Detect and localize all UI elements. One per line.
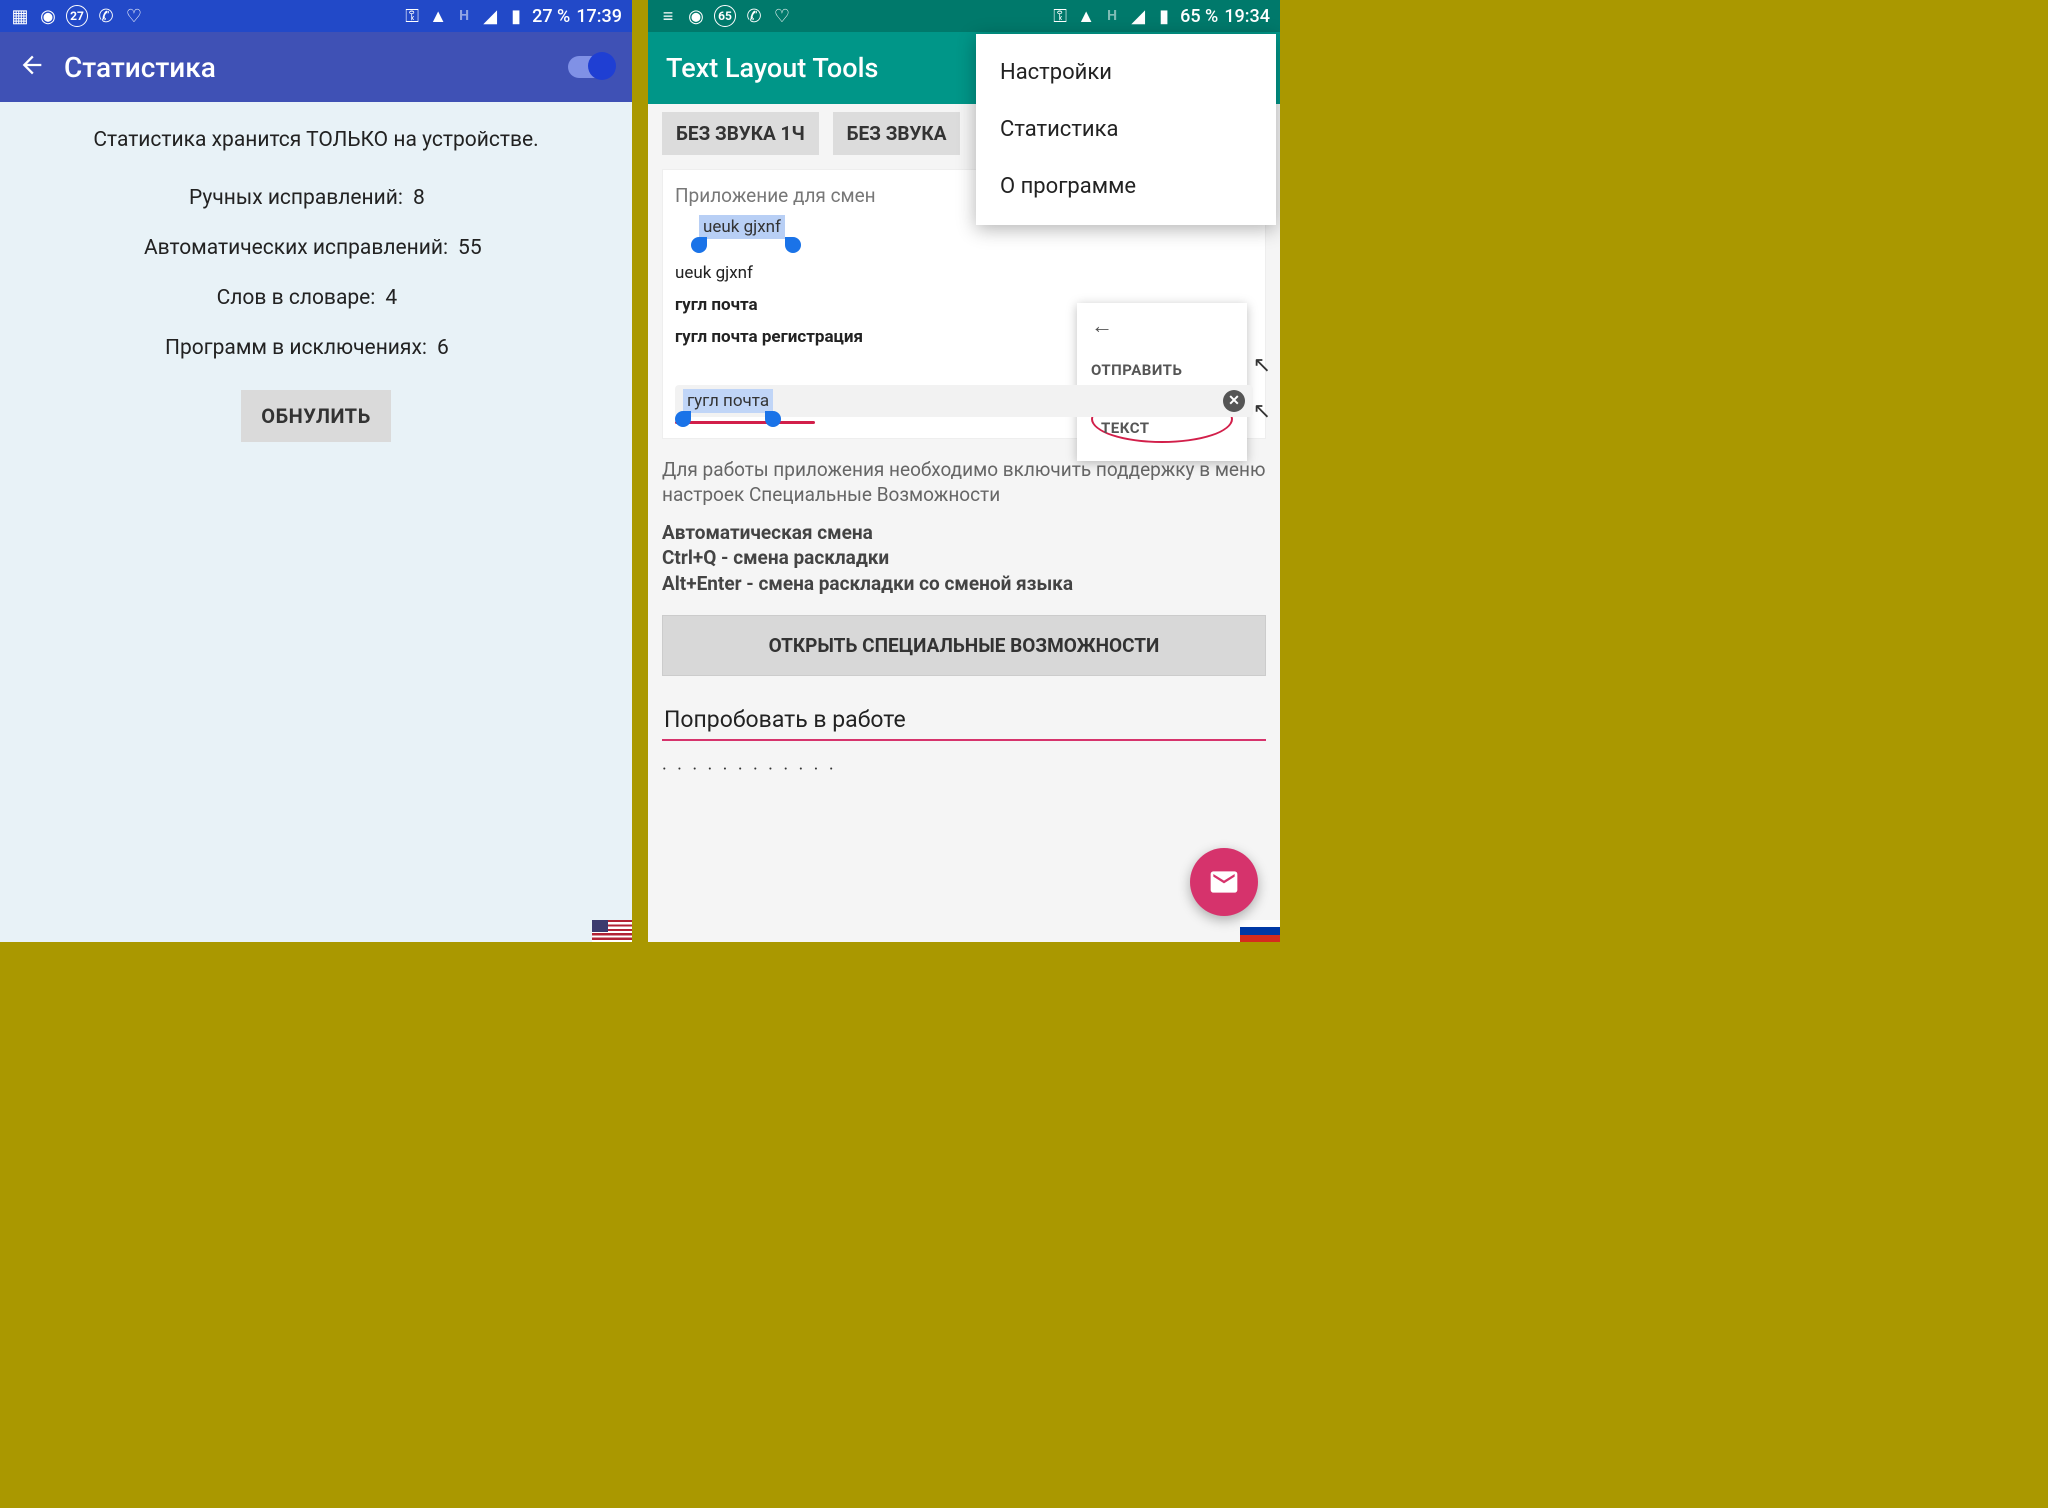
- demo-selected-text: ueuk gjxnf: [699, 215, 785, 239]
- auto-corrections-value: 55: [458, 236, 488, 260]
- compose-fab[interactable]: [1190, 848, 1258, 916]
- manual-corrections-label: Ручных исправлений:: [189, 186, 403, 210]
- shortcut-auto: Автоматическая смена: [662, 520, 1266, 546]
- screen-main: ≡ ◉ 65 ✆ ♡ ⚿ ▲ H ◢ ▮ 65 % 19:34 Text Lay…: [648, 0, 1280, 942]
- wifi-icon: ▲: [1076, 6, 1096, 26]
- vpn-key-icon: ⚿: [1050, 6, 1070, 26]
- menu-settings[interactable]: Настройки: [976, 44, 1276, 101]
- signal-icon: ◢: [480, 6, 500, 26]
- demo-result-text: гугл почта: [683, 389, 773, 413]
- battery-icon: ▮: [1154, 6, 1174, 26]
- stats-toggle[interactable]: [568, 56, 614, 78]
- arrow-up-left-icon: ↖: [1253, 399, 1271, 424]
- shortcuts-block: Автоматическая смена Ctrl+Q - смена раск…: [662, 520, 1266, 597]
- shield-icon: ♡: [124, 6, 144, 26]
- language-flag-ru-icon: [1240, 920, 1280, 942]
- app-icon: ◉: [38, 6, 58, 26]
- mail-icon: [1208, 866, 1240, 898]
- try-input[interactable]: [662, 698, 1266, 741]
- shortcut-altenter: Alt+Enter - смена раскладки со сменой яз…: [662, 571, 1266, 597]
- overflow-menu: Настройки Статистика О программе: [976, 34, 1276, 225]
- dictionary-words-label: Слов в словаре:: [217, 286, 376, 310]
- shield-icon: ♡: [772, 6, 792, 26]
- text-action-toolbar: ← ОТПРАВИТЬ ↖ NTRCN -> ТЕКСТ ↖: [1077, 303, 1247, 461]
- toolbar-back-icon[interactable]: ←: [1091, 313, 1233, 339]
- arrow-up-left-icon: ↖: [1253, 353, 1271, 378]
- dictionary-words-value: 4: [385, 286, 415, 310]
- open-accessibility-button[interactable]: ОТКРЫТЬ СПЕЦИАЛЬНЫЕ ВОЗМОЖНОСТИ: [662, 615, 1266, 676]
- screen-statistics: ▦ ◉ 27 ✆ ♡ ⚿ ▲ H ◢ ▮ 27 % 17:39 Статисти…: [0, 0, 632, 942]
- status-bar: ▦ ◉ 27 ✆ ♡ ⚿ ▲ H ◢ ▮ 27 % 17:39: [0, 0, 632, 32]
- toolbar-send[interactable]: ОТПРАВИТЬ: [1091, 353, 1233, 387]
- excluded-apps-label: Программ в исключениях:: [165, 336, 427, 360]
- selection-handle-right-icon: [785, 237, 801, 253]
- auto-corrections-label: Автоматических исправлений:: [144, 236, 448, 260]
- excluded-apps-value: 6: [437, 336, 467, 360]
- app-icon: ◉: [686, 6, 706, 26]
- wifi-icon: ▲: [428, 6, 448, 26]
- notification-badge: 27: [66, 5, 88, 27]
- selection-handle-right-icon: [765, 411, 781, 427]
- flag-indicator-icon: ≡: [658, 6, 678, 26]
- manual-corrections-value: 8: [413, 186, 443, 210]
- app-title: Text Layout Tools: [666, 52, 878, 84]
- demo-result-field: гугл почта ✕: [675, 385, 1253, 417]
- battery-percent: 65 %: [1180, 6, 1218, 27]
- selection-handle-left-icon: [691, 237, 707, 253]
- language-flag-us-icon: [592, 920, 632, 942]
- network-h-icon: H: [1102, 6, 1122, 26]
- selection-handle-left-icon: [675, 411, 691, 427]
- shortcut-ctrlq: Ctrl+Q - смена раскладки: [662, 545, 1266, 571]
- mute-button[interactable]: БЕЗ ЗВУКА: [833, 112, 961, 155]
- instructions-text: Для работы приложения необходимо включит…: [662, 457, 1266, 508]
- notification-badge: 65: [714, 5, 736, 27]
- clock: 17:39: [576, 6, 622, 27]
- battery-percent: 27 %: [532, 6, 570, 27]
- clock: 19:34: [1224, 6, 1270, 27]
- phone-icon: ✆: [96, 6, 116, 26]
- status-bar: ≡ ◉ 65 ✆ ♡ ⚿ ▲ H ◢ ▮ 65 % 19:34: [648, 0, 1280, 32]
- flag-indicator-icon: ▦: [10, 6, 30, 26]
- menu-about[interactable]: О программе: [976, 158, 1276, 215]
- clear-icon[interactable]: ✕: [1223, 390, 1245, 412]
- signal-icon: ◢: [1128, 6, 1148, 26]
- intro-text: Статистика хранится ТОЛЬКО на устройстве…: [20, 128, 612, 152]
- mute-1h-button[interactable]: БЕЗ ЗВУКА 1Ч: [662, 112, 819, 155]
- battery-icon: ▮: [506, 6, 526, 26]
- app-bar: Статистика: [0, 32, 632, 102]
- suggestion-1: ueuk gjxnf: [675, 257, 1253, 289]
- reset-button[interactable]: ОБНУЛИТЬ: [241, 390, 390, 442]
- vpn-key-icon: ⚿: [402, 6, 422, 26]
- back-icon[interactable]: [18, 51, 46, 83]
- phone-icon: ✆: [744, 6, 764, 26]
- menu-statistics[interactable]: Статистика: [976, 101, 1276, 158]
- dotted-separator: · · · · · · · · · · · ·: [662, 759, 1266, 780]
- page-title: Статистика: [64, 51, 216, 84]
- network-h-icon: H: [454, 6, 474, 26]
- annotation-underline: [675, 421, 815, 424]
